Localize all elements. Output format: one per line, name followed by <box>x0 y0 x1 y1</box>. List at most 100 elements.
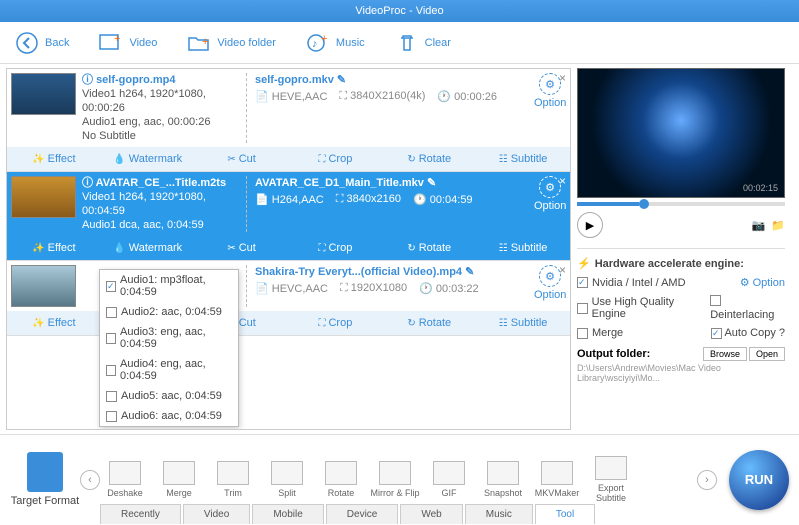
tools-strip: DeshakeMergeTrimSplitRotateMirror & Flip… <box>100 456 697 503</box>
output-info: AVATAR_CE_D1_Main_Title.mkv ✎ 📄 H264,AAC… <box>246 176 534 232</box>
tab-web[interactable]: Web <box>400 504 462 524</box>
close-icon[interactable]: × <box>559 174 566 188</box>
tab-recently[interactable]: Recently <box>100 504 181 524</box>
video-item[interactable]: × ⓘ self-gopro.mp4 Video1 h264, 1920*108… <box>7 69 570 172</box>
output-folder: Output folder: BrowseOpen D:\Users\Andre… <box>577 347 785 383</box>
effect-button[interactable]: ✨Effect <box>7 153 101 165</box>
clear-button[interactable]: Clear <box>395 31 451 55</box>
audio-option[interactable]: Audio3: eng, aac, 0:04:59 <box>100 322 238 354</box>
play-button[interactable]: ▶ <box>577 212 603 238</box>
merge-checkbox[interactable] <box>577 328 588 339</box>
tool-gif[interactable]: GIF <box>424 461 474 498</box>
tool-merge[interactable]: Merge <box>154 461 204 498</box>
video-list: × ⓘ self-gopro.mp4 Video1 h264, 1920*108… <box>6 68 571 430</box>
tool-icon <box>487 461 519 485</box>
tab-video[interactable]: Video <box>183 504 250 524</box>
rotate-button[interactable]: ↻Rotate <box>382 317 476 329</box>
music-plus-icon: ♪+ <box>306 31 330 55</box>
tool-trim[interactable]: Trim <box>208 461 258 498</box>
audio-option[interactable]: Audio2: aac, 0:04:59 <box>100 302 238 322</box>
rotate-button[interactable]: ↻Rotate <box>382 153 476 165</box>
close-icon[interactable]: × <box>559 263 566 277</box>
crop-button[interactable]: ⛶Crop <box>288 317 382 329</box>
open-button[interactable]: Open <box>749 347 785 361</box>
tool-exportsubtitle[interactable]: Export Subtitle <box>586 456 636 503</box>
add-music-button[interactable]: ♪+ Music <box>306 31 365 55</box>
back-icon <box>15 31 39 55</box>
scroll-right-button[interactable]: › <box>697 470 717 490</box>
video-label: Video <box>129 37 157 49</box>
checkbox[interactable] <box>106 411 117 422</box>
back-button[interactable]: Back <box>15 31 69 55</box>
svg-text:+: + <box>321 33 327 45</box>
video-item[interactable]: × ⓘ AVATAR_CE_...Title.m2ts Video1 h264,… <box>7 172 570 261</box>
preview-time: 00:02:15 <box>743 183 778 193</box>
checkbox[interactable] <box>106 333 116 344</box>
hw-option-button[interactable]: ⚙ Option <box>740 276 785 289</box>
watermark-button[interactable]: 💧Watermark <box>101 242 195 254</box>
checkbox[interactable] <box>106 307 117 318</box>
svg-text:+: + <box>114 33 120 45</box>
folder-icon[interactable]: 📁 <box>771 219 785 232</box>
tab-music[interactable]: Music <box>465 504 533 524</box>
audio-option[interactable]: Audio5: aac, 0:04:59 <box>100 386 238 406</box>
thumbnail <box>11 176 76 218</box>
tool-mkvmaker[interactable]: MKVMaker <box>532 461 582 498</box>
preview-player[interactable]: 00:02:15 <box>577 68 785 198</box>
camera-icon[interactable]: 📷 <box>752 219 766 232</box>
tab-tool[interactable]: Tool <box>535 504 595 524</box>
audio-track-dropdown[interactable]: Audio1: mp3float, 0:04:59Audio2: aac, 0:… <box>99 269 239 427</box>
tool-split[interactable]: Split <box>262 461 312 498</box>
scroll-left-button[interactable]: ‹ <box>80 470 100 490</box>
audio-option[interactable]: Audio6: aac, 0:04:59 <box>100 406 238 426</box>
checkbox[interactable] <box>106 365 116 376</box>
vendor-checkbox[interactable] <box>577 277 588 288</box>
tool-deshake[interactable]: Deshake <box>100 461 150 498</box>
svg-text:+: + <box>202 36 208 48</box>
tool-mirrorflip[interactable]: Mirror & Flip <box>370 461 420 498</box>
music-label: Music <box>336 37 365 49</box>
tool-rotate[interactable]: Rotate <box>316 461 366 498</box>
add-folder-button[interactable]: + Video folder <box>187 31 276 55</box>
checkbox[interactable] <box>106 391 117 402</box>
target-format-button[interactable]: Target Format <box>10 452 80 507</box>
thumbnail <box>11 73 76 115</box>
cut-button[interactable]: ✂Cut <box>195 242 289 254</box>
close-icon[interactable]: × <box>559 71 566 85</box>
browse-button[interactable]: Browse <box>703 347 747 361</box>
tab-device[interactable]: Device <box>326 504 399 524</box>
bottom-bar: Target Format ‹ DeshakeMergeTrimSplitRot… <box>0 434 799 524</box>
tool-icon <box>541 461 573 485</box>
tool-icon <box>217 461 249 485</box>
clear-label: Clear <box>425 37 451 49</box>
effect-button[interactable]: ✨Effect <box>7 317 101 329</box>
subtitle-button[interactable]: ☷Subtitle <box>476 153 570 165</box>
output-info: Shakira-Try Everyt...(official Video).mp… <box>246 265 534 307</box>
tool-icon <box>109 461 141 485</box>
rotate-button[interactable]: ↻Rotate <box>382 242 476 254</box>
seek-handle[interactable] <box>639 199 649 209</box>
effect-button[interactable]: ✨Effect <box>7 242 101 254</box>
subtitle-button[interactable]: ☷Subtitle <box>476 242 570 254</box>
tool-snapshot[interactable]: Snapshot <box>478 461 528 498</box>
audio-option[interactable]: Audio4: eng, aac, 0:04:59 <box>100 354 238 386</box>
main-toolbar: Back + Video + Video folder ♪+ Music Cle… <box>0 22 799 64</box>
audio-option[interactable]: Audio1: mp3float, 0:04:59 <box>100 270 238 302</box>
video-plus-icon: + <box>99 31 123 55</box>
checkbox[interactable] <box>106 281 116 292</box>
autocopy-checkbox[interactable] <box>711 328 722 339</box>
hw-title: Hardware accelerate engine: <box>595 258 744 270</box>
crop-button[interactable]: ⛶Crop <box>288 153 382 165</box>
hq-checkbox[interactable] <box>577 303 588 314</box>
format-tabs: RecentlyVideoMobileDeviceWebMusicTool <box>100 504 595 524</box>
crop-button[interactable]: ⛶Crop <box>288 242 382 254</box>
deint-checkbox[interactable] <box>710 295 721 306</box>
watermark-button[interactable]: 💧Watermark <box>101 153 195 165</box>
item-actions: ✨Effect 💧Watermark ✂Cut ⛶Crop ↻Rotate ☷S… <box>7 147 570 171</box>
run-button[interactable]: RUN <box>729 450 789 510</box>
tab-mobile[interactable]: Mobile <box>252 504 323 524</box>
add-video-button[interactable]: + Video <box>99 31 157 55</box>
video-item[interactable]: × Shakira-Try Everyt...(official Video).… <box>7 261 570 336</box>
cut-button[interactable]: ✂Cut <box>195 153 289 165</box>
subtitle-button[interactable]: ☷Subtitle <box>476 317 570 329</box>
